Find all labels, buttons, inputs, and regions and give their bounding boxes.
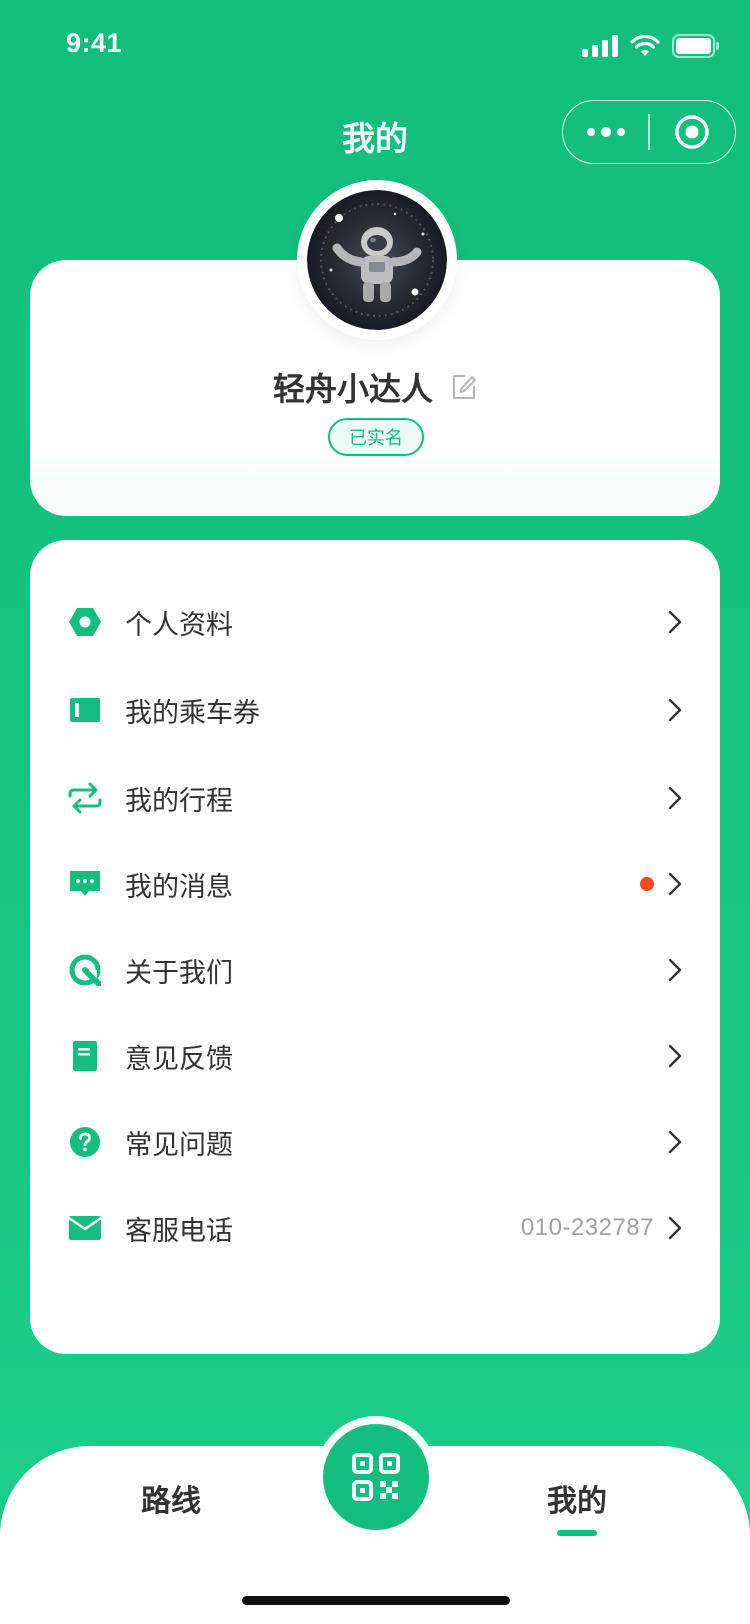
status-bar: 9:41 bbox=[0, 0, 750, 90]
username: 轻舟小达人 bbox=[272, 370, 433, 408]
menu-item-tickets[interactable]: 我的乘车券 bbox=[30, 666, 720, 754]
menu-right bbox=[640, 872, 682, 896]
avatar-ring[interactable] bbox=[297, 180, 457, 340]
active-tab-indicator bbox=[557, 1530, 597, 1536]
chevron-right-icon bbox=[668, 698, 682, 722]
username-row: 轻舟小达人 bbox=[0, 364, 750, 410]
menu-label: 客服电话 bbox=[125, 1215, 233, 1247]
chevron-right-icon bbox=[668, 872, 682, 896]
hexagon-icon bbox=[68, 605, 102, 639]
menu-label: 常见问题 bbox=[125, 1129, 233, 1161]
menu-item-profile[interactable]: 个人资料 bbox=[30, 578, 720, 666]
menu-label: 我的行程 bbox=[125, 785, 233, 817]
menu-label: 个人资料 bbox=[125, 609, 233, 641]
chevron-right-icon bbox=[668, 1044, 682, 1068]
about-logo-icon bbox=[68, 953, 102, 987]
question-icon bbox=[68, 1125, 102, 1159]
document-icon bbox=[68, 1039, 102, 1073]
menu-item-messages[interactable]: 我的消息 bbox=[30, 840, 720, 928]
menu-right bbox=[668, 786, 682, 810]
mini-program-capsule bbox=[562, 100, 736, 164]
scan-button-ring[interactable] bbox=[315, 1416, 437, 1538]
tab-route[interactable]: 路线 bbox=[141, 1476, 201, 1520]
avatar bbox=[307, 190, 447, 330]
menu-item-about[interactable]: 关于我们 bbox=[30, 926, 720, 1014]
status-time: 9:41 bbox=[66, 28, 123, 58]
menu-right bbox=[668, 1044, 682, 1068]
menu-right bbox=[668, 698, 682, 722]
ticket-icon bbox=[68, 693, 102, 727]
verified-badge: 已实名 bbox=[328, 418, 424, 456]
home-indicator bbox=[242, 1596, 510, 1605]
swap-arrows-icon bbox=[68, 781, 102, 815]
chevron-right-icon bbox=[668, 786, 682, 810]
menu-right: 010-232787 bbox=[521, 1214, 682, 1242]
tab-mine[interactable]: 我的 bbox=[547, 1476, 607, 1520]
scan-button[interactable] bbox=[323, 1424, 429, 1530]
menu-right bbox=[668, 958, 682, 982]
menu-right bbox=[668, 1130, 682, 1154]
chevron-right-icon bbox=[668, 1216, 682, 1240]
menu-item-trips[interactable]: 我的行程 bbox=[30, 754, 720, 842]
menu-item-service-phone[interactable]: 客服电话 010-232787 bbox=[30, 1184, 720, 1272]
target-icon bbox=[675, 115, 710, 149]
menu-label: 我的消息 bbox=[125, 871, 233, 903]
chevron-right-icon bbox=[668, 1130, 682, 1154]
more-dots-icon bbox=[586, 127, 625, 137]
unread-dot bbox=[640, 877, 654, 891]
more-button[interactable] bbox=[563, 101, 648, 163]
chevron-right-icon bbox=[668, 610, 682, 634]
menu-label: 意见反馈 bbox=[125, 1043, 233, 1075]
edit-icon[interactable] bbox=[451, 374, 477, 400]
chevron-right-icon bbox=[668, 958, 682, 982]
menu-item-feedback[interactable]: 意见反馈 bbox=[30, 1012, 720, 1100]
menu-label: 我的乘车券 bbox=[125, 697, 260, 729]
close-button[interactable] bbox=[650, 101, 735, 163]
menu-item-faq[interactable]: 常见问题 bbox=[30, 1098, 720, 1186]
battery-icon bbox=[672, 34, 719, 58]
menu-right bbox=[668, 610, 682, 634]
menu-label: 关于我们 bbox=[125, 957, 233, 989]
wifi-icon bbox=[630, 35, 660, 56]
message-icon bbox=[68, 867, 102, 901]
menu-card: 个人资料 我的乘车券 我的行程 我的消息 关于我们 意见反馈 常见问题 客服电话… bbox=[30, 540, 720, 1354]
signal-icon bbox=[582, 35, 618, 57]
status-icons bbox=[582, 34, 720, 58]
service-phone-number: 010-232787 bbox=[520, 1214, 654, 1241]
mail-icon bbox=[68, 1211, 102, 1245]
qr-code-icon bbox=[352, 1453, 400, 1501]
